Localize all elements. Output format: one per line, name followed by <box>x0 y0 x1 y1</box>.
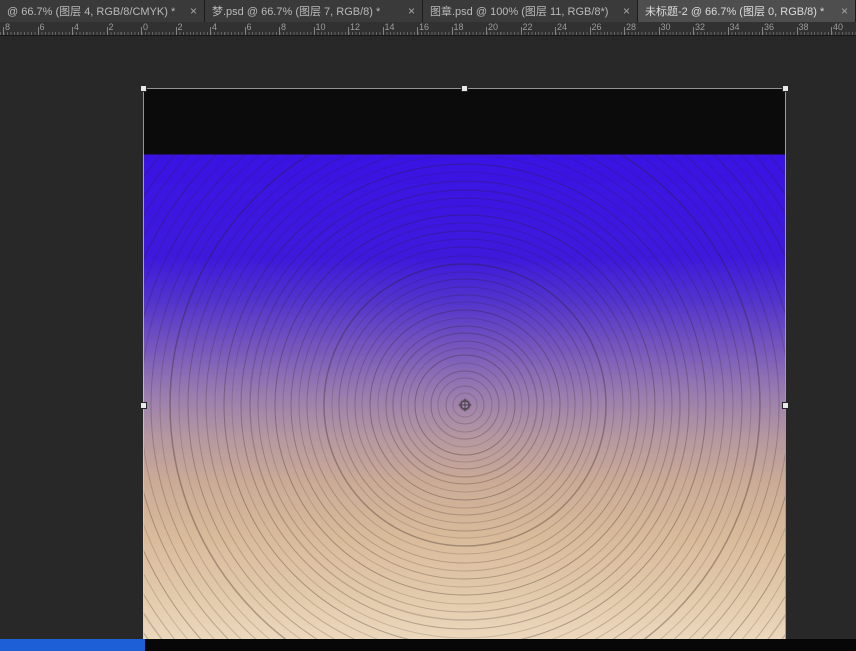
ruler-major-tick <box>348 27 349 35</box>
ruler-unit-label: 26 <box>592 22 602 32</box>
ruler-major-tick <box>590 27 591 35</box>
document-tab-active[interactable]: 未标题-2 @ 66.7% (图层 0, RGB/8) * × <box>638 0 856 22</box>
concentric-rings-artwork <box>143 88 785 640</box>
ruler-major-tick <box>486 27 487 35</box>
transform-handle-top-center[interactable] <box>461 85 468 92</box>
transform-border-left <box>143 88 144 640</box>
ruler-major-tick <box>762 27 763 35</box>
ruler-unit-label: 22 <box>523 22 533 32</box>
ruler-unit-label: 18 <box>454 22 464 32</box>
ruler-unit-label: 4 <box>212 22 217 32</box>
ruler-unit-label: 12 <box>350 22 360 32</box>
bottom-taskbar <box>0 639 856 651</box>
transform-handle-top-right[interactable] <box>782 85 789 92</box>
ruler-unit-label: 30 <box>661 22 671 32</box>
close-icon[interactable]: × <box>408 5 415 17</box>
ruler-unit-label: 6 <box>247 22 252 32</box>
ruler-unit-label: 38 <box>799 22 809 32</box>
ruler-unit-label: 6 <box>40 22 45 32</box>
horizontal-ruler[interactable]: 8642024681012141618202224262830323436384… <box>0 22 856 36</box>
close-icon[interactable]: × <box>841 5 848 17</box>
ruler-unit-label: 34 <box>730 22 740 32</box>
ruler-major-tick <box>245 27 246 35</box>
transform-reference-point-icon[interactable] <box>456 396 474 414</box>
document-tabbar: @ 66.7% (图层 4, RGB/8/CMYK) * × 梦.psd @ 6… <box>0 0 856 22</box>
ruler-major-tick <box>210 27 211 35</box>
ruler-unit-label: 24 <box>557 22 567 32</box>
close-icon[interactable]: × <box>623 5 630 17</box>
ruler-major-tick <box>279 27 280 35</box>
ruler-major-tick <box>72 27 73 35</box>
ruler-unit-label: 28 <box>626 22 636 32</box>
ruler-unit-label: 32 <box>695 22 705 32</box>
ruler-major-tick <box>314 27 315 35</box>
ruler-major-tick <box>521 27 522 35</box>
transform-border-right <box>785 88 786 640</box>
ruler-unit-label: 0 <box>143 22 148 32</box>
ruler-major-tick <box>141 27 142 35</box>
ruler-unit-label: 8 <box>281 22 286 32</box>
transform-handle-middle-right[interactable] <box>782 402 789 409</box>
ruler-major-tick <box>383 27 384 35</box>
ruler-major-tick <box>38 27 39 35</box>
ruler-unit-label: 2 <box>109 22 114 32</box>
ruler-unit-label: 40 <box>833 22 843 32</box>
tab-title: 未标题-2 @ 66.7% (图层 0, RGB/8) * <box>645 3 834 19</box>
ruler-major-tick <box>831 27 832 35</box>
ruler-unit-label: 16 <box>419 22 429 32</box>
document-canvas[interactable] <box>143 88 785 640</box>
tab-title: @ 66.7% (图层 4, RGB/8/CMYK) * <box>7 3 183 19</box>
ruler-major-tick <box>107 27 108 35</box>
transform-handle-middle-left[interactable] <box>140 402 147 409</box>
ruler-major-tick <box>452 27 453 35</box>
taskbar-active-segment[interactable] <box>0 639 145 651</box>
document-tab[interactable]: 梦.psd @ 66.7% (图层 7, RGB/8) * × <box>205 0 423 22</box>
tab-title: 梦.psd @ 66.7% (图层 7, RGB/8) * <box>212 3 401 19</box>
ruler-major-tick <box>3 27 4 35</box>
ruler-major-tick <box>417 27 418 35</box>
ruler-unit-label: 8 <box>5 22 10 32</box>
ruler-major-tick <box>693 27 694 35</box>
ruler-unit-label: 36 <box>764 22 774 32</box>
ruler-major-tick <box>176 27 177 35</box>
ruler-unit-label: 20 <box>488 22 498 32</box>
ruler-major-tick <box>624 27 625 35</box>
taskbar-strip[interactable] <box>145 639 856 651</box>
document-tab[interactable]: @ 66.7% (图层 4, RGB/8/CMYK) * × <box>0 0 205 22</box>
transform-handle-top-left[interactable] <box>140 85 147 92</box>
ruler-unit-label: 14 <box>385 22 395 32</box>
document-tab[interactable]: 图章.psd @ 100% (图层 11, RGB/8*) × <box>423 0 638 22</box>
ruler-unit-label: 10 <box>316 22 326 32</box>
ruler-major-tick <box>797 27 798 35</box>
close-icon[interactable]: × <box>190 5 197 17</box>
ruler-major-tick <box>555 27 556 35</box>
ruler-major-tick <box>659 27 660 35</box>
ruler-major-tick <box>728 27 729 35</box>
ruler-unit-label: 4 <box>74 22 79 32</box>
ruler-unit-label: 2 <box>178 22 183 32</box>
tab-title: 图章.psd @ 100% (图层 11, RGB/8*) <box>430 3 616 19</box>
